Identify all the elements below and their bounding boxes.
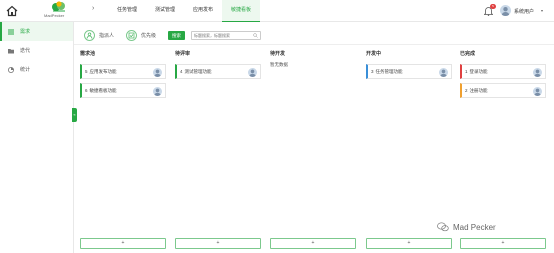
- card-number: 5: [85, 69, 88, 74]
- add-card-button[interactable]: +: [460, 238, 546, 249]
- card-number: 6: [85, 88, 88, 93]
- app-logo[interactable]: MadPecker: [44, 1, 74, 21]
- task-card[interactable]: 3 任务管理功能: [366, 64, 452, 79]
- sidebar-item-statistics[interactable]: 统计: [0, 60, 73, 79]
- chart-icon: [8, 66, 14, 73]
- column-title: 开发中: [366, 51, 382, 57]
- assignee-avatar[interactable]: [439, 68, 448, 77]
- assignee-avatar[interactable]: [533, 87, 542, 96]
- card-number: 4: [180, 69, 183, 74]
- main-nav: 任务管理 测试管理 应用发布 敏捷看板: [108, 0, 261, 22]
- avatar-icon: [249, 69, 256, 77]
- add-card-button[interactable]: +: [366, 238, 452, 249]
- board-column: 开发中 3 任务管理功能: [366, 50, 452, 79]
- assignee-avatar[interactable]: [153, 87, 162, 96]
- task-card[interactable]: 5 应用发布功能: [80, 64, 166, 79]
- priority-icon: [126, 29, 138, 41]
- card-title: 注册功能: [469, 87, 488, 93]
- board-column: 待开发 暂无数据: [270, 50, 356, 68]
- top-bar: MadPecker › 任务管理 测试管理 应用发布 敏捷看板 5 系统用户 ▾: [0, 0, 554, 22]
- avatar-icon: [154, 88, 161, 96]
- home-icon[interactable]: [6, 5, 18, 17]
- search-box: [191, 30, 262, 40]
- column-title: 需求池: [80, 51, 96, 57]
- add-card-button[interactable]: +: [80, 238, 166, 249]
- card-number: 2: [465, 88, 468, 93]
- sidebar-item-requirements[interactable]: 需求: [0, 22, 73, 41]
- task-card[interactable]: 2 注册功能: [460, 83, 546, 98]
- avatar-icon: [154, 69, 161, 77]
- chevron-down-icon[interactable]: ▾: [541, 8, 543, 13]
- add-card-button[interactable]: +: [175, 238, 261, 249]
- task-card[interactable]: 6 敏捷看板功能: [80, 83, 166, 98]
- chevron-right-icon[interactable]: ›: [92, 5, 94, 12]
- avatar-icon: [501, 7, 510, 16]
- priority-label: 优先级: [141, 32, 157, 39]
- user-icon: [84, 29, 95, 41]
- sidebar-item-label: 统计: [20, 67, 31, 73]
- assignee-avatar[interactable]: [248, 68, 257, 77]
- sidebar-item-label: 需求: [20, 29, 31, 35]
- search-button[interactable]: 搜索: [168, 30, 186, 40]
- search-icon[interactable]: [253, 32, 258, 38]
- board-column: 待评审 4 测试管理功能: [175, 50, 261, 79]
- assignee-avatar[interactable]: [153, 68, 162, 77]
- priority-filter[interactable]: 优先级: [126, 29, 157, 41]
- toolbar-divider: [74, 44, 554, 45]
- column-title: 待评审: [175, 51, 191, 57]
- user-avatar[interactable]: [500, 5, 511, 16]
- add-card-button[interactable]: +: [270, 238, 356, 249]
- task-card[interactable]: 4 测试管理功能: [175, 64, 261, 79]
- notification-badge: 5: [490, 4, 496, 9]
- card-title: 应用发布功能: [89, 68, 117, 74]
- card-number: 3: [371, 69, 374, 74]
- board-column: 已完成 1 登录功能 2 注册功能: [460, 50, 546, 98]
- sidebar-item-iterations[interactable]: 迭代: [0, 41, 73, 60]
- watermark: Mad Pecker: [437, 222, 496, 232]
- user-name[interactable]: 系统用户: [514, 8, 534, 15]
- sidebar-item-label: 迭代: [20, 48, 31, 54]
- task-card[interactable]: 1 登录功能: [460, 64, 546, 79]
- nav-app-release[interactable]: 应用发布: [184, 0, 222, 22]
- watermark-text: Mad Pecker: [453, 222, 496, 232]
- avatar-icon: [440, 69, 447, 77]
- list-icon: [8, 29, 14, 34]
- assignee-avatar[interactable]: [533, 68, 542, 77]
- avatar-icon: [534, 69, 541, 77]
- assignee-filter[interactable]: 指派人: [84, 29, 115, 41]
- column-title: 待开发: [270, 51, 286, 57]
- folder-icon: [8, 48, 14, 53]
- card-title: 任务管理功能: [375, 68, 403, 74]
- board-column: 需求池 5 应用发布功能 6 敏捷看板功能: [80, 50, 166, 98]
- search-input[interactable]: [191, 30, 262, 40]
- card-title: 登录功能: [469, 68, 488, 74]
- assignee-label: 指派人: [99, 32, 115, 39]
- sidebar: 需求 迭代 统计: [0, 22, 74, 253]
- empty-state-text: 暂无数据: [270, 62, 288, 67]
- nav-agile-board[interactable]: 敏捷看板: [222, 0, 261, 22]
- logo-text: MadPecker: [44, 13, 65, 18]
- nav-task-management[interactable]: 任务管理: [108, 0, 146, 22]
- nav-test-management[interactable]: 测试管理: [146, 0, 184, 22]
- sidebar-collapse-toggle[interactable]: «: [72, 108, 77, 122]
- card-title: 测试管理功能: [184, 68, 212, 74]
- avatar-icon: [534, 88, 541, 96]
- board-toolbar: 指派人 优先级 搜索: [84, 28, 262, 42]
- logo-mark-icon: [52, 1, 65, 12]
- card-number: 1: [465, 69, 468, 74]
- wechat-icon: [437, 222, 449, 232]
- column-title: 已完成: [460, 51, 476, 57]
- card-title: 敏捷看板功能: [89, 87, 117, 93]
